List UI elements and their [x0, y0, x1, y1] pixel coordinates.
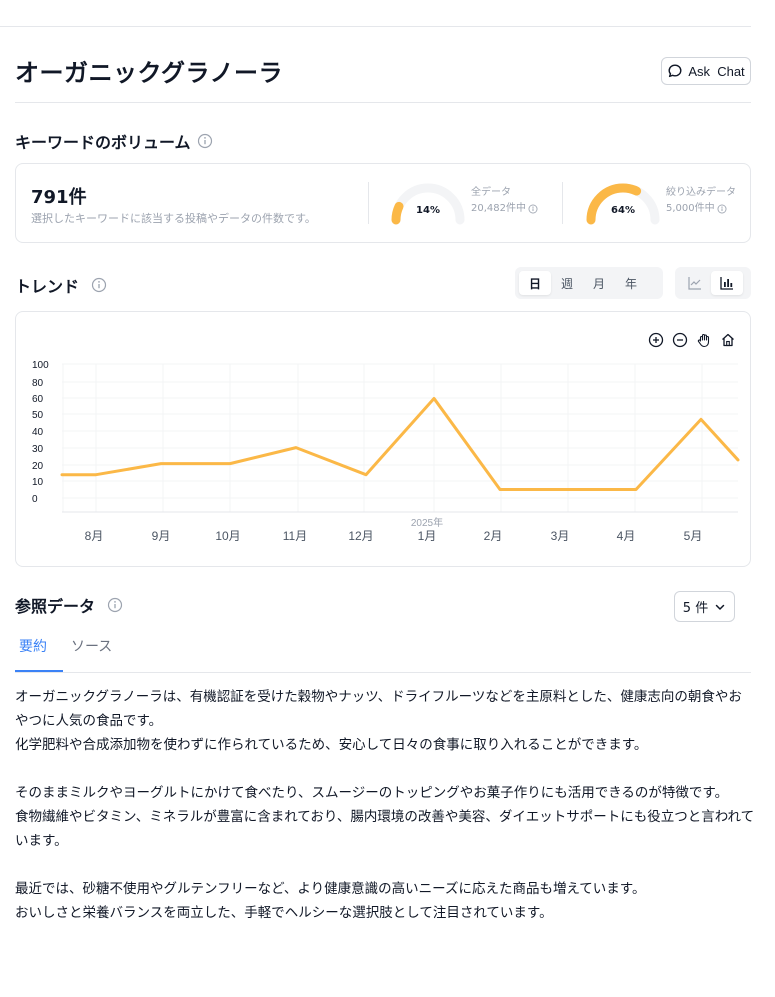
bar-chart-button[interactable]: [711, 271, 743, 295]
gauge-name: 絞り込みデータ: [666, 187, 736, 198]
y-tick-label: 40: [32, 427, 44, 438]
x-tick-label: 1月: [418, 529, 437, 543]
gauge-meta-all: 全データ 20,482件中: [471, 185, 538, 217]
summary-paragraph: 最近では、砂糖不使用やグルテンフリーなど、より健康意識の高いニーズに応えた商品も…: [15, 881, 646, 897]
summary-text: オーガニックグラノーラは、有機認証を受けた穀物やナッツ、ドライフルーツなどを主原…: [15, 685, 755, 925]
ask-chat-label: Ask Chat: [688, 63, 745, 79]
x-tick-label: 12月: [348, 529, 373, 543]
ask-chat-button[interactable]: Ask Chat: [661, 57, 751, 85]
x-tick-label: 2月: [484, 529, 503, 543]
period-day[interactable]: 日: [519, 271, 551, 295]
period-selector: 日 週 月 年: [515, 267, 663, 299]
tab-source-label: ソース: [71, 639, 113, 655]
year-marker: 2025年: [411, 516, 443, 529]
page-title: オーガニックグラノーラ: [15, 59, 284, 87]
x-tick-label: 4月: [617, 529, 636, 543]
y-tick-label: 100: [32, 360, 49, 371]
period-year[interactable]: 年: [615, 271, 647, 295]
tab-summary[interactable]: 要約: [19, 636, 47, 673]
gauge-total: 5,000件中: [666, 203, 715, 214]
y-tick-label: 10: [32, 477, 44, 488]
info-icon[interactable]: [717, 204, 727, 214]
period-month[interactable]: 月: [583, 271, 615, 295]
line-chart-icon: [688, 277, 701, 290]
y-tick-label: 30: [32, 444, 44, 455]
summary-paragraph: 化学肥料や合成添加物を使わずに作られているため、安心して日々の食事に取り入れるこ…: [15, 737, 648, 753]
gauge-total: 20,482件中: [471, 203, 526, 214]
summary-paragraph: おいしさと栄養バランスを両立した、手軽でヘルシーな選択肢として注目されています。: [15, 905, 553, 921]
chart-type-selector: [675, 267, 751, 299]
volume-count: 791件: [31, 187, 87, 208]
chat-bubble-icon: [668, 64, 682, 78]
info-icon[interactable]: [197, 133, 213, 149]
active-tab-indicator: [15, 670, 63, 672]
volume-card: 791件 選択したキーワードに該当する投稿やデータの件数です。 14% 全データ…: [15, 163, 751, 243]
reference-heading-label: 参照データ: [15, 597, 96, 616]
trend-chart-card: 100 80 60 50 40 30 20 10 0 8月 9月 10月 11月 12月 1月 2月 3月 4月 5…: [15, 311, 751, 567]
summary-paragraph: そのままミルクやヨーグルトにかけて食べたり、スムージーのトッピングやお菓子作りに…: [15, 785, 729, 801]
trend-heading-label: トレンド: [15, 277, 80, 296]
y-tick-label: 80: [32, 378, 44, 389]
top-divider: [0, 26, 751, 27]
tab-summary-label: 要約: [19, 639, 47, 655]
x-tick-label: 5月: [684, 529, 703, 543]
x-tick-label: 9月: [152, 529, 171, 543]
reference-count-select[interactable]: 5 件: [674, 591, 735, 622]
volume-heading: キーワードのボリューム: [15, 129, 213, 153]
y-tick-label: 0: [32, 494, 38, 505]
chevron-down-icon: [715, 604, 725, 610]
y-tick-label: 60: [32, 394, 44, 405]
summary-paragraph: オーガニックグラノーラは、有機認証を受けた穀物やナッツ、ドライフルーツなどを主原…: [15, 689, 742, 729]
x-tick-label: 10月: [215, 529, 240, 543]
volume-heading-label: キーワードのボリューム: [15, 133, 191, 152]
info-icon[interactable]: [107, 597, 123, 613]
line-chart-button[interactable]: [679, 271, 711, 295]
reference-tabs: 要約 ソース: [15, 634, 751, 673]
gauge-meta-filtered: 絞り込みデータ 5,000件中: [666, 185, 736, 217]
x-tick-label: 11月: [283, 529, 307, 543]
trend-line-chart: 1008060504030201008月 9月 10月 11月 12月 1月 2月 3月 4月 5…: [32, 360, 740, 543]
y-tick-label: 20: [32, 461, 44, 472]
y-tick-label: 50: [32, 410, 44, 421]
x-tick-label: 3月: [551, 529, 570, 543]
volume-description: 選択したキーワードに該当する投稿やデータの件数です。: [31, 212, 316, 225]
summary-paragraph: 食物繊維やビタミン、ミネラルが豊富に含まれており、腸内環境の改善や美容、ダイエッ…: [15, 809, 755, 849]
x-tick-label: 8月: [85, 529, 104, 543]
info-icon[interactable]: [528, 204, 538, 214]
divider: [562, 182, 563, 224]
gauge-percent: 64%: [611, 205, 635, 216]
title-divider: [15, 102, 751, 103]
info-icon[interactable]: [91, 277, 107, 293]
divider: [368, 182, 369, 224]
gauge-name: 全データ: [471, 187, 511, 198]
trend-heading: トレンド: [15, 273, 107, 297]
reference-count-value: 5 件: [682, 601, 709, 616]
tab-source[interactable]: ソース: [71, 636, 112, 673]
period-week[interactable]: 週: [551, 271, 583, 295]
gauge-percent: 14%: [416, 205, 440, 216]
bar-chart-icon: [720, 277, 733, 290]
reference-heading: 参照データ: [15, 593, 123, 617]
gauge-all-data: 14%: [388, 180, 468, 230]
gauge-filtered-data: 64%: [583, 180, 663, 230]
